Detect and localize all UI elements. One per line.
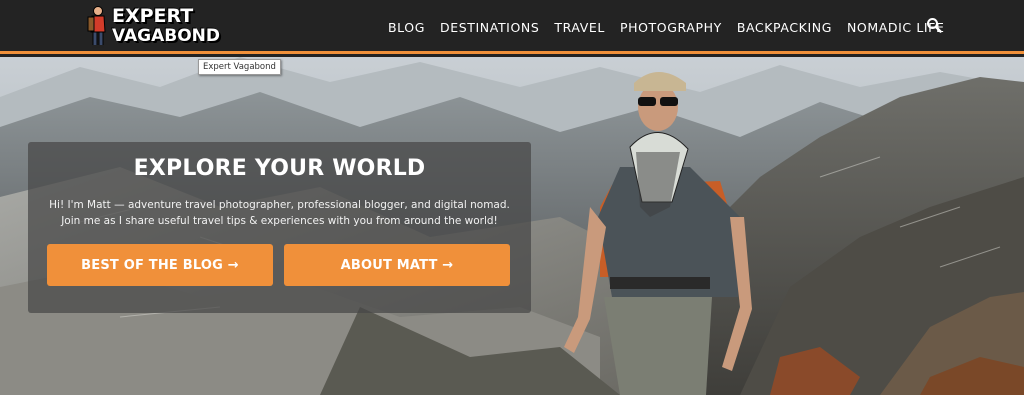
logo-line-2: VAGABOND [112,26,221,46]
hero-intro-text: Hi! I'm Matt — adventure travel photogra… [49,199,510,227]
site-header: EXPERT VAGABOND BLOG DESTINATIONS TRAVEL… [0,0,1024,54]
nav-item-destinations[interactable]: DESTINATIONS [440,20,539,35]
site-logo[interactable]: EXPERT VAGABOND [86,3,220,51]
logo-line-1: EXPERT [112,5,194,27]
best-of-blog-button[interactable]: BEST OF THE BLOG → [47,244,273,286]
logo-tooltip: Expert Vagabond [198,59,281,75]
nav-item-travel[interactable]: TRAVEL [554,20,605,35]
hero-intro-panel: EXPLORE YOUR WORLD Hi! I'm Matt — advent… [28,142,531,313]
about-matt-button[interactable]: ABOUT MATT → [284,244,510,286]
nav-item-backpacking[interactable]: BACKPACKING [737,20,832,35]
search-icon[interactable] [926,17,942,33]
main-nav: BLOG DESTINATIONS TRAVEL PHOTOGRAPHY BAC… [388,0,959,54]
hero-title: EXPLORE YOUR WORLD [133,156,426,181]
nav-item-photography[interactable]: PHOTOGRAPHY [620,20,722,35]
backpacker-logo-icon [87,6,106,48]
logo-wordmark: EXPERT VAGABOND [112,6,220,46]
hero-section: EXPLORE YOUR WORLD Hi! I'm Matt — advent… [0,57,1024,395]
nav-item-blog[interactable]: BLOG [388,20,425,35]
